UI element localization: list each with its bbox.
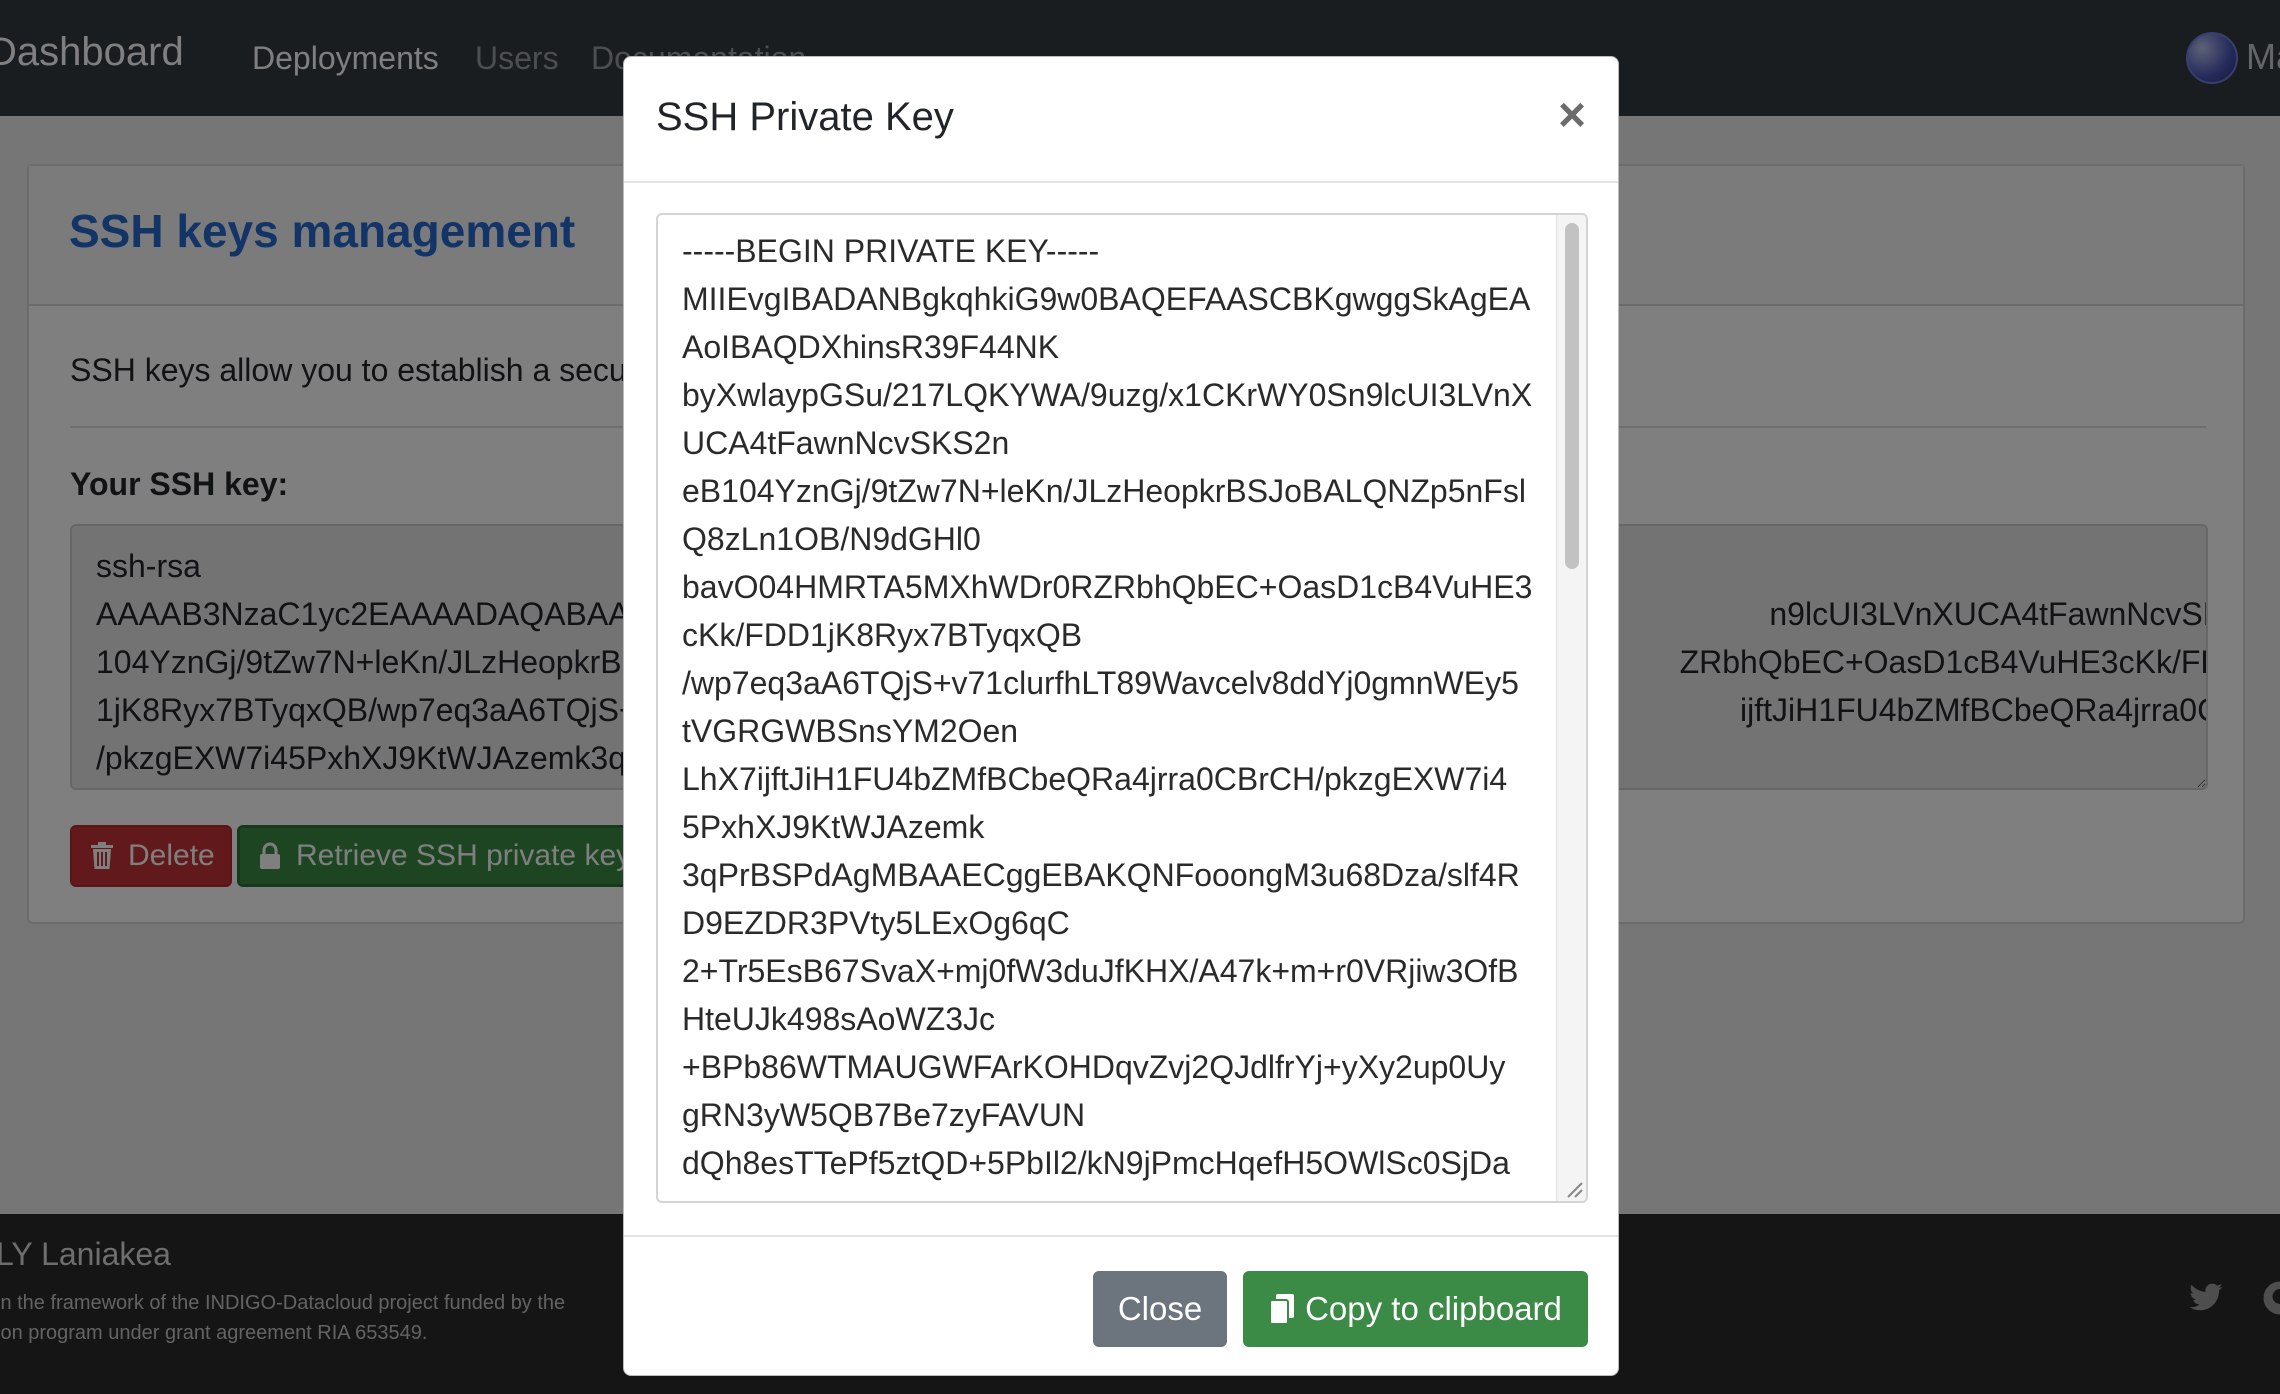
modal-title: SSH Private Key (656, 95, 954, 139)
modal-footer: Close Copy to clipboard (624, 1235, 1618, 1375)
modal-header: SSH Private Key × (624, 57, 1618, 183)
resize-grip-icon[interactable] (1562, 1177, 1584, 1199)
private-key-textarea[interactable]: -----BEGIN PRIVATE KEY----- MIIEvgIBADAN… (656, 213, 1588, 1203)
clipboard-icon (1269, 1294, 1295, 1325)
copy-button-label: Copy to clipboard (1305, 1290, 1562, 1327)
private-key-text: -----BEGIN PRIVATE KEY----- MIIEvgIBADAN… (682, 233, 1533, 1181)
ssh-private-key-modal: SSH Private Key × -----BEGIN PRIVATE KEY… (623, 56, 1619, 1376)
modal-body: -----BEGIN PRIVATE KEY----- MIIEvgIBADAN… (624, 183, 1618, 1291)
close-button[interactable]: Close (1093, 1271, 1227, 1347)
scrollbar-thumb[interactable] (1565, 223, 1579, 569)
copy-to-clipboard-button[interactable]: Copy to clipboard (1243, 1271, 1588, 1347)
close-icon[interactable]: × (1549, 92, 1595, 140)
private-key-scrollbar[interactable] (1556, 215, 1586, 1201)
